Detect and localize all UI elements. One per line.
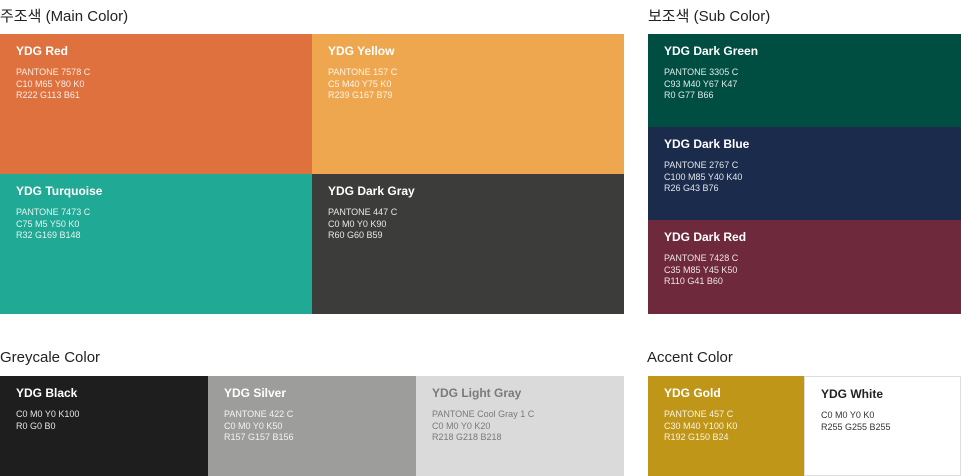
swatch-rgb: R60 G60 B59 — [328, 230, 383, 240]
swatch-cmyk: C0 M0 Y0 K100 — [16, 409, 80, 419]
swatch-rgb: R32 G169 B148 — [16, 230, 81, 240]
swatch-rgb: R239 G167 B79 — [328, 90, 393, 100]
swatch-ydg-silver: YDG Silver PANTONE 422 C C0 M0 Y0 K50 R1… — [208, 376, 416, 476]
swatch-name: YDG Turquoise — [16, 184, 103, 198]
swatch-cmyk: C100 M85 Y40 K40 — [664, 171, 743, 182]
swatch-cmyk: C0 M0 Y0 K0 — [821, 410, 875, 420]
swatch-name: YDG Silver — [224, 386, 287, 400]
swatch-name: YDG Dark Green — [664, 44, 759, 58]
swatch-ydg-dark-green: YDG Dark Green PANTONE 3305 C C93 M40 Y6… — [648, 34, 961, 127]
swatch-rgb: R0 G0 B0 — [16, 420, 56, 431]
swatch-cmyk: C5 M40 Y75 K0 — [328, 78, 392, 89]
swatch-name: YDG Dark Gray — [328, 184, 415, 198]
swatch-name: YDG Red — [16, 44, 69, 58]
swatch-rgb: R255 G255 B255 — [821, 421, 891, 432]
swatch-pantone: PANTONE 7428 C — [664, 253, 739, 263]
swatch-cmyk: C75 M5 Y50 K0 — [16, 218, 80, 229]
swatch-name: YDG Gold — [664, 386, 721, 400]
swatch-pantone: PANTONE 157 C — [328, 67, 398, 77]
swatch-pantone: PANTONE 3305 C — [664, 67, 739, 77]
swatch-name: YDG Dark Blue — [664, 137, 750, 151]
swatch-rgb: R0 G77 B66 — [664, 90, 714, 100]
swatch-name: YDG Yellow — [328, 44, 395, 58]
swatch-cmyk: C0 M0 Y0 K20 — [432, 420, 491, 431]
swatch-name: YDG Light Gray — [432, 386, 522, 400]
greyscale-color-title: Greycale Color — [0, 349, 101, 366]
swatch-ydg-dark-red: YDG Dark Red PANTONE 7428 C C35 M85 Y45 … — [648, 220, 961, 314]
swatch-rgb: R157 G157 B156 — [224, 432, 294, 442]
swatch-pantone: PANTONE 2767 C — [664, 160, 739, 170]
swatch-pantone: PANTONE Cool Gray 1 C — [432, 409, 535, 419]
accent-color-title: Accent Color — [647, 349, 733, 366]
swatch-ydg-gold: YDG Gold PANTONE 457 C C30 M40 Y100 K0 R… — [648, 376, 804, 476]
main-color-title: 주조색 (Main Color) — [0, 8, 129, 25]
swatch-cmyk: C93 M40 Y67 K47 — [664, 78, 738, 89]
swatch-cmyk: C30 M40 Y100 K0 — [664, 420, 738, 431]
swatch-cmyk: C0 M0 Y0 K90 — [328, 218, 387, 229]
swatch-pantone: PANTONE 457 C — [664, 409, 734, 419]
swatch-ydg-light-gray: YDG Light Gray PANTONE Cool Gray 1 C C0 … — [416, 376, 624, 476]
swatch-pantone: PANTONE 7578 C — [16, 67, 91, 77]
swatch-rgb: R218 G218 B218 — [432, 432, 502, 442]
swatch-ydg-black: YDG Black C0 M0 Y0 K100 R0 G0 B0 — [0, 376, 208, 476]
swatch-name: YDG White — [821, 387, 883, 401]
swatch-pantone: PANTONE 7473 C — [16, 207, 91, 217]
swatch-rgb: R26 G43 B76 — [664, 183, 719, 193]
swatch-pantone: PANTONE 422 C — [224, 409, 294, 419]
swatch-ydg-white: YDG White C0 M0 Y0 K0 R255 G255 B255 — [804, 376, 961, 476]
swatch-ydg-turquoise: YDG Turquoise PANTONE 7473 C C75 M5 Y50 … — [0, 174, 312, 314]
swatch-cmyk: C35 M85 Y45 K50 — [664, 264, 738, 275]
swatch-pantone: PANTONE 447 C — [328, 207, 398, 217]
swatch-name: YDG Black — [16, 386, 78, 400]
swatch-cmyk: C10 M65 Y80 K0 — [16, 78, 85, 89]
swatch-name: YDG Dark Red — [664, 230, 747, 244]
swatch-ydg-red: YDG Red PANTONE 7578 C C10 M65 Y80 K0 R2… — [0, 34, 312, 174]
swatch-ydg-dark-gray: YDG Dark Gray PANTONE 447 C C0 M0 Y0 K90… — [312, 174, 624, 314]
swatch-ydg-yellow: YDG Yellow PANTONE 157 C C5 M40 Y75 K0 R… — [312, 34, 624, 174]
swatch-cmyk: C0 M0 Y0 K50 — [224, 420, 283, 431]
swatch-rgb: R192 G150 B24 — [664, 432, 729, 442]
swatch-rgb: R222 G113 B61 — [16, 90, 80, 100]
swatch-ydg-dark-blue: YDG Dark Blue PANTONE 2767 C C100 M85 Y4… — [648, 127, 961, 220]
swatch-rgb: R110 G41 B60 — [664, 276, 723, 286]
sub-color-title: 보조색 (Sub Color) — [648, 8, 771, 25]
